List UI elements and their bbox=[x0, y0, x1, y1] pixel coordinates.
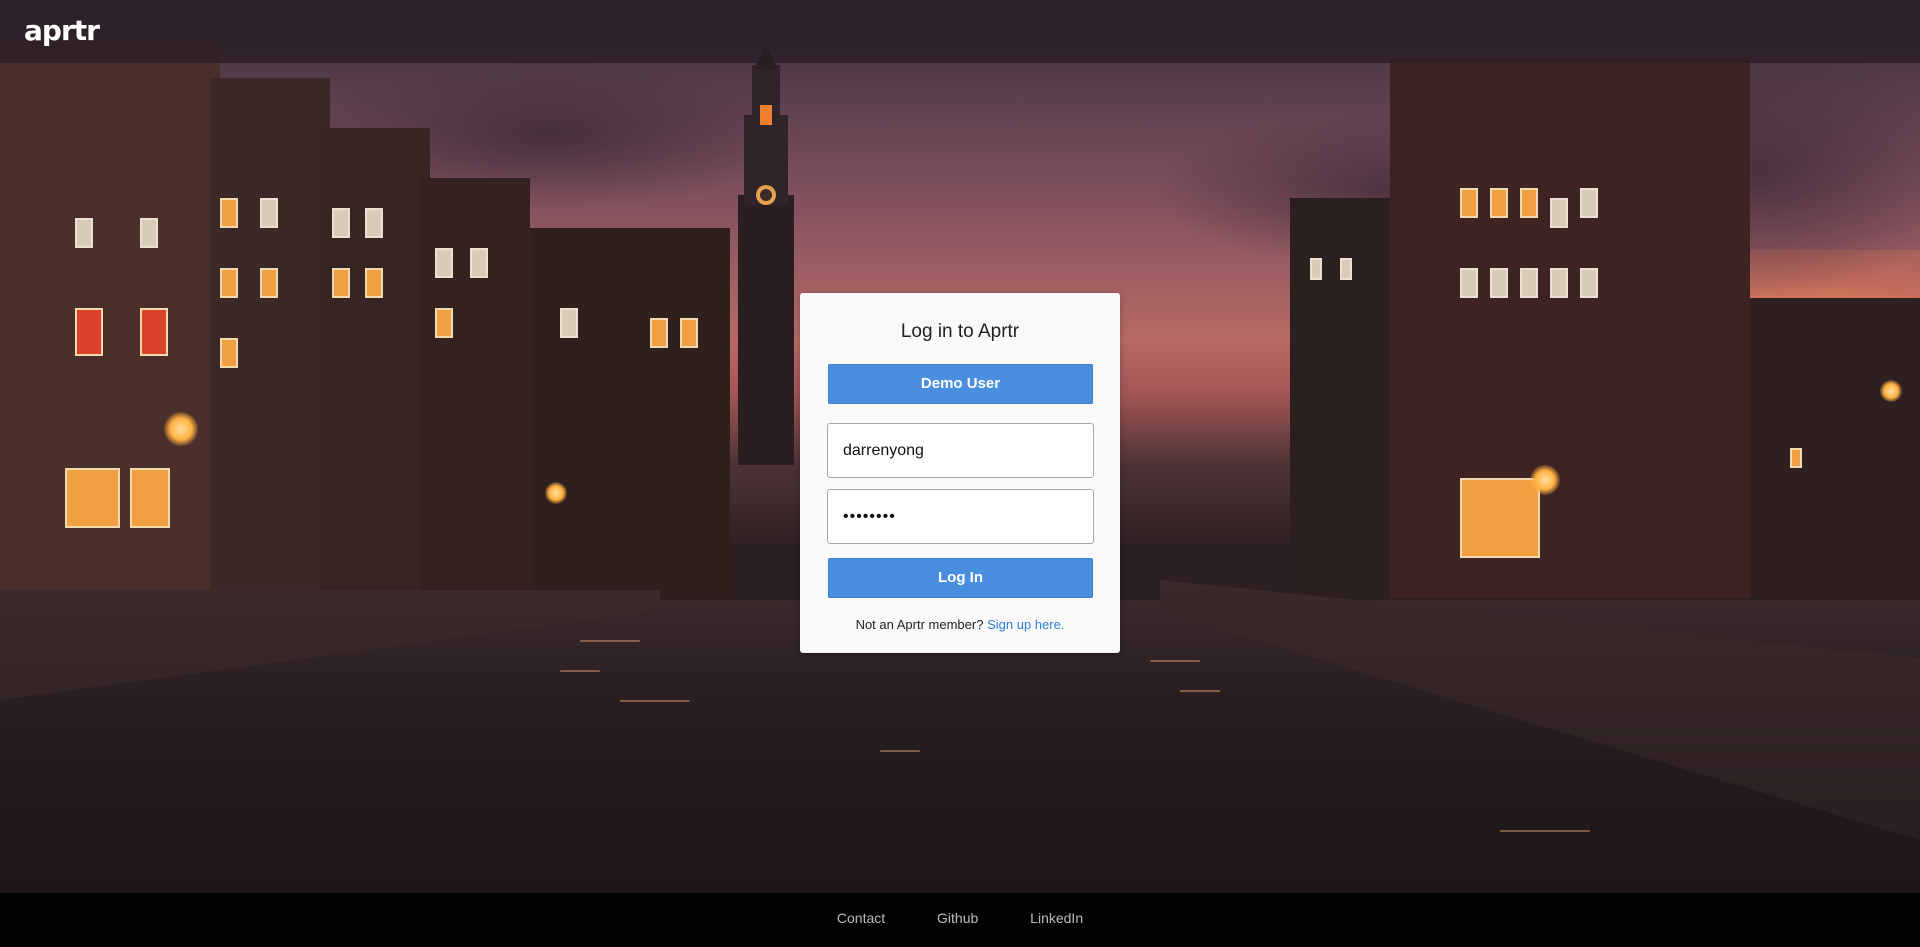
window bbox=[220, 268, 238, 298]
building bbox=[530, 228, 730, 598]
street-lamp bbox=[164, 412, 198, 446]
window bbox=[1310, 258, 1322, 280]
window bbox=[1580, 188, 1598, 218]
window bbox=[140, 218, 158, 248]
building bbox=[1290, 198, 1400, 598]
window bbox=[220, 338, 238, 368]
building bbox=[0, 38, 220, 598]
window bbox=[1520, 268, 1538, 298]
building bbox=[320, 128, 430, 598]
top-navbar: aprtr bbox=[0, 0, 1920, 63]
window bbox=[1460, 188, 1478, 218]
water-reflection bbox=[1150, 660, 1200, 662]
login-title: Log in to Aprtr bbox=[900, 321, 1020, 342]
water-reflection bbox=[1500, 830, 1590, 832]
shop-window bbox=[1460, 478, 1540, 558]
water-reflection bbox=[880, 750, 920, 752]
window bbox=[260, 268, 278, 298]
window bbox=[140, 308, 168, 356]
window bbox=[435, 248, 453, 278]
window bbox=[1580, 268, 1598, 298]
login-button[interactable]: Log In bbox=[828, 558, 1093, 598]
footer-link-linkedin[interactable]: LinkedIn bbox=[1030, 910, 1083, 926]
church-tower bbox=[738, 45, 794, 465]
window bbox=[650, 318, 668, 348]
window bbox=[220, 198, 238, 228]
window bbox=[560, 308, 578, 338]
window bbox=[75, 308, 103, 356]
shop-window bbox=[65, 468, 120, 528]
street-lamp bbox=[545, 482, 567, 504]
shop-window bbox=[130, 468, 170, 528]
footer-links: Contact Github LinkedIn bbox=[0, 910, 1920, 926]
footer-link-contact[interactable]: Contact bbox=[837, 910, 885, 926]
water-reflection bbox=[560, 670, 600, 672]
window bbox=[332, 268, 350, 298]
window bbox=[435, 308, 453, 338]
login-card: Log in to Aprtr Demo User Log In Not an … bbox=[800, 293, 1120, 653]
app-logo[interactable]: aprtr bbox=[24, 14, 100, 48]
street-lamp bbox=[1530, 465, 1560, 495]
building bbox=[420, 178, 530, 598]
demo-user-button[interactable]: Demo User bbox=[828, 364, 1093, 404]
window bbox=[470, 248, 488, 278]
window bbox=[1550, 268, 1568, 298]
window bbox=[1520, 188, 1538, 218]
building bbox=[1750, 298, 1920, 598]
window bbox=[1790, 448, 1802, 468]
window bbox=[1550, 198, 1568, 228]
password-input[interactable] bbox=[827, 489, 1094, 544]
building bbox=[210, 78, 330, 598]
window bbox=[332, 208, 350, 238]
building bbox=[1390, 58, 1750, 598]
window bbox=[260, 198, 278, 228]
window bbox=[365, 208, 383, 238]
window bbox=[1490, 188, 1508, 218]
water-reflection bbox=[620, 700, 690, 702]
footer-link-github[interactable]: Github bbox=[937, 910, 978, 926]
window bbox=[1490, 268, 1508, 298]
window bbox=[1340, 258, 1352, 280]
window bbox=[365, 268, 383, 298]
signup-link[interactable]: Sign up here. bbox=[987, 617, 1064, 632]
username-input[interactable] bbox=[827, 423, 1094, 478]
window bbox=[75, 218, 93, 248]
water-reflection bbox=[580, 640, 640, 642]
window bbox=[680, 318, 698, 348]
footer: Contact Github LinkedIn bbox=[0, 893, 1920, 947]
water-reflection bbox=[1180, 690, 1220, 692]
window bbox=[1460, 268, 1478, 298]
street-lamp bbox=[1880, 380, 1902, 402]
signup-prompt-text: Not an Aprtr member? bbox=[855, 617, 984, 632]
signup-prompt-line: Not an Aprtr member? Sign up here. bbox=[800, 617, 1120, 632]
